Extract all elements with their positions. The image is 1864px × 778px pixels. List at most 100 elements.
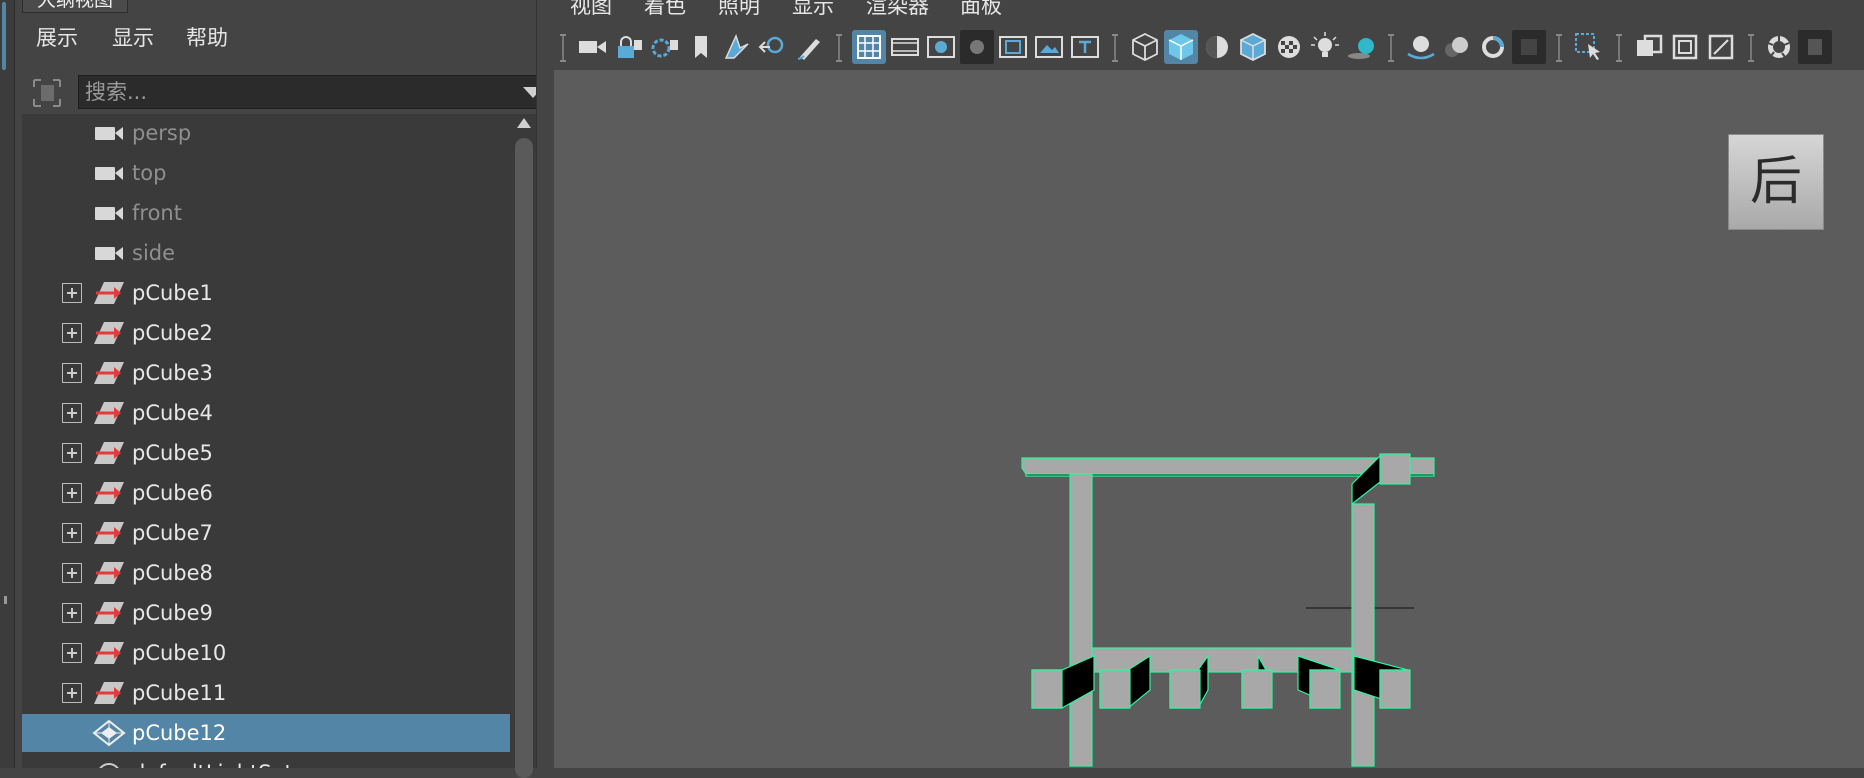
image-plane-icon[interactable]	[720, 30, 754, 64]
outliner-item-pcube2[interactable]: pCube2	[22, 314, 510, 352]
anti-aliasing-icon[interactable]	[1476, 30, 1510, 64]
mesh-transform-icon	[92, 319, 126, 347]
grid-icon[interactable]	[852, 30, 886, 64]
search-row	[22, 74, 552, 112]
outliner-item-label: pCube1	[132, 281, 213, 305]
slat-face-1[interactable]	[1031, 669, 1063, 709]
gate-mask-icon[interactable]	[960, 30, 994, 64]
menu-lighting[interactable]: 照明	[718, 0, 760, 20]
filter-icon[interactable]	[30, 76, 64, 110]
menu-view[interactable]: 视图	[570, 0, 612, 20]
isolate-select-icon[interactable]	[1572, 30, 1606, 64]
outliner-item-side[interactable]: side	[22, 234, 510, 272]
safe-action-icon[interactable]	[1032, 30, 1066, 64]
slat-face-5[interactable]	[1309, 669, 1341, 709]
xray-active-components-icon[interactable]	[1668, 30, 1702, 64]
default-material-icon[interactable]	[1200, 30, 1234, 64]
scene-geometry[interactable]	[554, 70, 1864, 768]
menu-renderer[interactable]: 渲染器	[866, 0, 929, 20]
menu-show[interactable]: 展示	[36, 24, 78, 52]
screen-space-ao-icon[interactable]	[1404, 30, 1438, 64]
bookmark-icon[interactable]	[684, 30, 718, 64]
outliner-tab[interactable]: 大纲视图	[22, 0, 129, 13]
wireframe-on-shaded-icon[interactable]	[1236, 30, 1270, 64]
expand-icon[interactable]	[62, 563, 82, 583]
outliner-item-label: pCube9	[132, 601, 213, 625]
outliner-item-front[interactable]: front	[22, 194, 510, 232]
outliner-item-label: pCube3	[132, 361, 213, 385]
expand-icon[interactable]	[62, 603, 82, 623]
3d-viewport[interactable]: 后	[554, 70, 1864, 768]
light-set-icon	[92, 759, 126, 768]
gamma-icon[interactable]	[1798, 30, 1832, 64]
scroll-thumb[interactable]	[515, 138, 533, 778]
expand-icon[interactable]	[62, 403, 82, 423]
menu-show[interactable]: 显示	[792, 0, 834, 20]
outliner-item-pcube3[interactable]: pCube3	[22, 354, 510, 392]
outliner-scrollbar[interactable]	[512, 114, 536, 778]
film-gate-icon[interactable]	[888, 30, 922, 64]
slat-face-4[interactable]	[1241, 669, 1273, 709]
shadows-icon[interactable]	[1344, 30, 1378, 64]
expand-icon[interactable]	[62, 323, 82, 343]
expand-icon[interactable]	[62, 643, 82, 663]
wireframe-icon[interactable]	[1128, 30, 1162, 64]
menu-display[interactable]: 显示	[112, 24, 154, 52]
safe-title-icon[interactable]	[1068, 30, 1102, 64]
table-mesh[interactable]	[1021, 453, 1435, 767]
expand-icon[interactable]	[62, 683, 82, 703]
outliner-item-defaultlightset[interactable]: defaultLightSet	[22, 754, 510, 768]
outliner-item-persp[interactable]: persp	[22, 114, 510, 152]
grease-pencil-icon[interactable]	[792, 30, 826, 64]
2d-pan-zoom-icon[interactable]	[756, 30, 790, 64]
use-all-lights-icon[interactable]	[1308, 30, 1342, 64]
field-chart-icon[interactable]	[996, 30, 1030, 64]
slat-face-2[interactable]	[1099, 669, 1131, 709]
expand-icon[interactable]	[62, 483, 82, 503]
menu-shading[interactable]: 着色	[644, 0, 686, 20]
camera-icon	[92, 119, 126, 147]
outliner-item-pcube5[interactable]: pCube5	[22, 434, 510, 472]
outliner-item-pcube6[interactable]: pCube6	[22, 474, 510, 512]
outliner-item-pcube1[interactable]: pCube1	[22, 274, 510, 312]
outliner-item-pcube11[interactable]: pCube11	[22, 674, 510, 712]
outliner-item-label: defaultLightSet	[132, 758, 293, 768]
expand-icon[interactable]	[62, 283, 82, 303]
leg-left[interactable]	[1069, 473, 1093, 767]
textured-icon[interactable]	[1272, 30, 1306, 64]
select-camera-icon[interactable]	[576, 30, 610, 64]
outliner-item-label: pCube7	[132, 521, 213, 545]
outliner-item-pcube12[interactable]: pCube12	[22, 714, 510, 752]
outliner-item-pcube10[interactable]: pCube10	[22, 634, 510, 672]
depth-of-field-icon[interactable]	[1512, 30, 1546, 64]
bracket-face[interactable]	[1379, 453, 1411, 485]
outliner-item-top[interactable]: top	[22, 154, 510, 192]
outliner-item-pcube4[interactable]: pCube4	[22, 394, 510, 432]
mesh-transform-icon	[92, 559, 126, 587]
camera-icon	[92, 239, 126, 267]
smooth-shade-icon[interactable]	[1164, 30, 1198, 64]
exposure-icon[interactable]	[1762, 30, 1796, 64]
resolution-gate-icon[interactable]	[924, 30, 958, 64]
xray-icon[interactable]	[1632, 30, 1666, 64]
slat-face-3[interactable]	[1169, 669, 1201, 709]
scroll-up-icon[interactable]	[517, 118, 531, 128]
outliner-menubar: 展示 显示 帮助	[22, 18, 536, 60]
motion-blur-icon[interactable]	[1440, 30, 1474, 64]
expand-icon[interactable]	[62, 363, 82, 383]
menu-panels[interactable]: 面板	[960, 0, 1002, 20]
outliner-item-pcube9[interactable]: pCube9	[22, 594, 510, 632]
expand-icon[interactable]	[62, 523, 82, 543]
view-cube[interactable]: 后	[1728, 134, 1824, 230]
xray-joints-icon[interactable]	[1704, 30, 1738, 64]
menu-help[interactable]: 帮助	[186, 24, 228, 52]
outliner-item-pcube7[interactable]: pCube7	[22, 514, 510, 552]
mesh-transform-icon	[92, 639, 126, 667]
search-input[interactable]	[85, 76, 505, 108]
outliner-item-pcube8[interactable]: pCube8	[22, 554, 510, 592]
leg-right[interactable]	[1351, 503, 1375, 767]
expand-icon[interactable]	[62, 443, 82, 463]
lock-camera-icon[interactable]	[612, 30, 646, 64]
slat-face-6[interactable]	[1379, 669, 1411, 709]
camera-attributes-icon[interactable]	[648, 30, 682, 64]
